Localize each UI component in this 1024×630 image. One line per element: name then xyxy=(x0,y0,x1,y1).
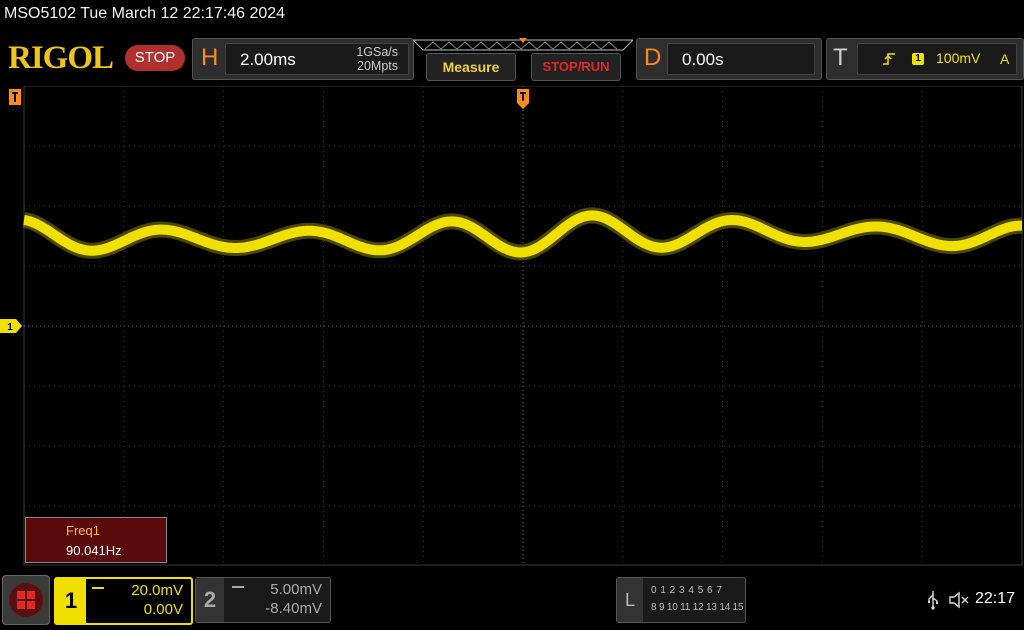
usb-icon xyxy=(928,591,938,610)
stop-run-button[interactable]: STOP/RUN xyxy=(531,53,621,81)
horizontal-label: H xyxy=(201,44,219,71)
mute-icon[interactable] xyxy=(948,590,972,610)
memory-depth: 20Mpts xyxy=(357,59,398,73)
waveform-display[interactable]: 1 xyxy=(0,86,1024,566)
ch1-number: 1 xyxy=(56,579,86,623)
rising-edge-icon xyxy=(883,53,895,65)
horizontal-readout: 2.00ms 1GSa/s 20Mpts xyxy=(225,43,409,75)
sample-rate: 1GSa/s xyxy=(356,45,398,59)
ch2-number: 2 xyxy=(196,578,224,622)
clock: 22:17 xyxy=(975,590,1016,607)
delay-panel[interactable]: D 0.00s xyxy=(636,38,822,80)
memory-position-bar[interactable] xyxy=(413,38,633,51)
trigger-readout: 1 100mV A xyxy=(857,43,1017,75)
ch1-waveform xyxy=(22,207,1022,261)
logic-channels-row2: 8 9 10 11 12 13 14 15 xyxy=(651,602,744,613)
menu-button[interactable] xyxy=(2,575,50,625)
measure-button[interactable]: Measure xyxy=(426,53,516,81)
trigger-mode: A xyxy=(1000,51,1010,67)
svg-text:1: 1 xyxy=(7,322,13,333)
horizontal-panel[interactable]: H 2.00ms 1GSa/s 20Mpts xyxy=(192,38,414,80)
rigol-logo: RIGOL xyxy=(8,40,114,76)
delay-label: D xyxy=(644,44,662,71)
ch1-settings[interactable]: 1 20.0mV 0.00V xyxy=(54,577,193,625)
measurement-frequency-box[interactable]: Freq1 90.041Hz xyxy=(25,517,167,563)
ch2-offset: -8.40mV xyxy=(265,600,322,617)
menu-icon xyxy=(9,583,43,617)
measurement-value: 90.041Hz xyxy=(66,543,122,558)
ch2-scale: 5.00mV xyxy=(270,581,322,598)
ch2-settings[interactable]: 2 5.00mV -8.40mV xyxy=(195,577,331,623)
trigger-panel[interactable]: T 1 100mV A xyxy=(826,38,1024,80)
dc-coupling-icon xyxy=(92,587,104,595)
window-title: MSO5102 Tue March 12 22:17:46 2024 xyxy=(4,5,286,22)
graticule xyxy=(23,86,1023,566)
ch1-ground-marker[interactable]: 1 xyxy=(0,319,22,333)
horizontal-ref-marker xyxy=(9,89,21,105)
ch1-scale: 20.0mV xyxy=(131,582,183,599)
delay-value: 0.00s xyxy=(682,50,724,69)
run-status-badge: STOP xyxy=(125,45,185,71)
logic-channels-row1: 0 1 2 3 4 5 6 7 xyxy=(651,585,723,596)
delay-readout: 0.00s xyxy=(667,43,815,75)
logic-analyzer-settings[interactable]: L 0 1 2 3 4 5 6 7 8 9 10 11 12 13 14 15 xyxy=(616,577,746,623)
dc-coupling-icon xyxy=(232,586,244,594)
measurement-label: Freq1 xyxy=(66,523,100,538)
trigger-position-marker[interactable] xyxy=(517,89,529,109)
ch1-offset: 0.00V xyxy=(143,601,183,618)
trigger-label: T xyxy=(833,44,848,71)
trigger-source-badge: 1 xyxy=(912,53,924,65)
timebase-value: 2.00ms xyxy=(240,50,296,69)
trigger-level: 100mV xyxy=(936,50,981,66)
logic-label: L xyxy=(617,578,643,622)
